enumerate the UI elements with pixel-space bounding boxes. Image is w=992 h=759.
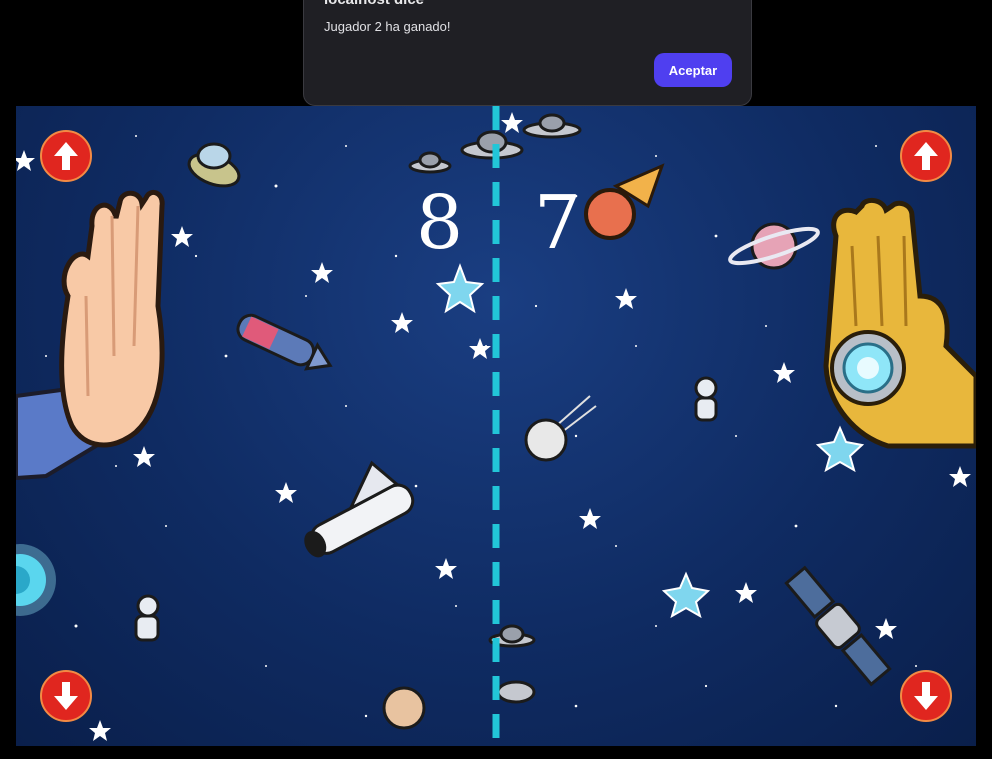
- crystal-stars: [435, 263, 865, 619]
- rocket-decoration: [236, 313, 333, 371]
- satellite-sphere-decoration: [524, 395, 597, 462]
- energy-ball: [16, 544, 56, 616]
- dialog-message: Jugador 2 ha ganado!: [324, 19, 451, 34]
- player1-score: 8: [416, 180, 464, 266]
- left-down-button[interactable]: [40, 670, 92, 722]
- space-background: [16, 106, 976, 746]
- right-gauntlet-paddle: [823, 198, 976, 449]
- game-board: 8 7: [16, 106, 976, 746]
- astronaut-decorations: [134, 376, 718, 642]
- dialog-title: localhost dice: [324, 0, 424, 8]
- player2-score: 7: [534, 180, 582, 266]
- asteroid-decoration: [382, 686, 426, 730]
- left-up-button[interactable]: [40, 130, 92, 182]
- planet-decoration: [728, 222, 820, 270]
- accept-button[interactable]: Aceptar: [654, 53, 732, 87]
- left-hand-paddle: [16, 189, 165, 481]
- right-up-button[interactable]: [900, 130, 952, 182]
- meteor-decoration: [584, 163, 665, 240]
- shuttle-decoration: [304, 460, 415, 558]
- ufo-decorations: [187, 113, 582, 704]
- alert-dialog: localhost dice Jugador 2 ha ganado! Acep…: [303, 0, 752, 106]
- right-down-button[interactable]: [900, 670, 952, 722]
